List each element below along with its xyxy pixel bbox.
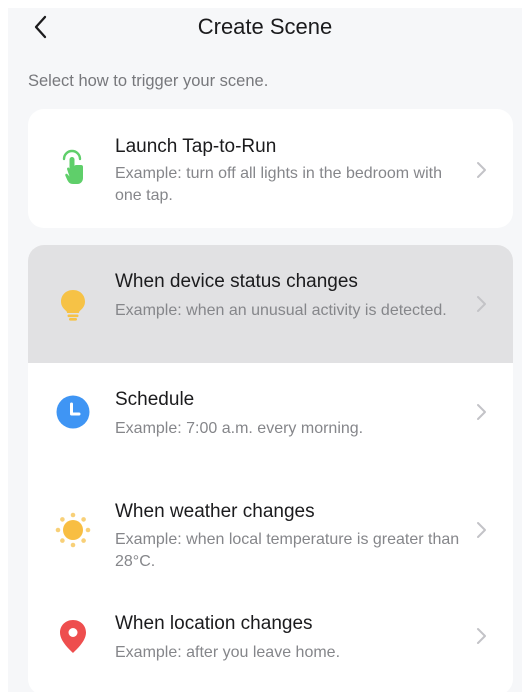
sun-icon <box>54 511 92 549</box>
tap-to-run-card: Launch Tap-to-Run Example: turn off all … <box>28 109 513 228</box>
chevron-right-icon <box>477 296 486 312</box>
option-title: Launch Tap-to-Run <box>115 136 277 157</box>
tap-hand-icon <box>54 149 92 187</box>
option-title: When weather changes <box>115 501 315 522</box>
trigger-option-tap-to-run[interactable]: Launch Tap-to-Run Example: turn off all … <box>28 109 513 228</box>
chevron-right-icon <box>477 162 486 178</box>
screen: Create Scene Select how to trigger your … <box>8 8 522 692</box>
trigger-option-location[interactable]: When location changes Example: after you… <box>28 587 513 692</box>
option-title: Schedule <box>115 389 195 410</box>
option-description: Example: 7:00 a.m. every morning. <box>115 420 364 437</box>
page-title: Create Scene <box>197 14 333 39</box>
chevron-right-icon <box>477 628 486 644</box>
option-description: Example: after you leave home. <box>115 644 341 661</box>
option-description: Example: turn off all lights in the bedr… <box>115 165 442 204</box>
option-description: Example: when an unusual activity is det… <box>115 302 447 319</box>
trigger-option-weather[interactable]: When weather changes Example: when local… <box>28 475 513 587</box>
light-bulb-icon <box>54 285 92 323</box>
option-title: When location changes <box>115 613 313 634</box>
chevron-right-icon <box>477 522 486 538</box>
trigger-option-device-status[interactable]: When device status changes Example: when… <box>28 245 513 363</box>
subtitle: Select how to trigger your scene. <box>28 72 269 90</box>
clock-icon <box>54 393 92 431</box>
header: Create Scene <box>8 8 522 46</box>
chevron-right-icon <box>477 404 486 420</box>
option-description: Example: when local temperature is great… <box>115 531 460 570</box>
trigger-option-schedule[interactable]: Schedule Example: 7:00 a.m. every mornin… <box>28 363 513 475</box>
conditions-card: When device status changes Example: when… <box>28 245 513 692</box>
option-title: When device status changes <box>115 271 358 292</box>
location-pin-icon <box>54 617 92 655</box>
